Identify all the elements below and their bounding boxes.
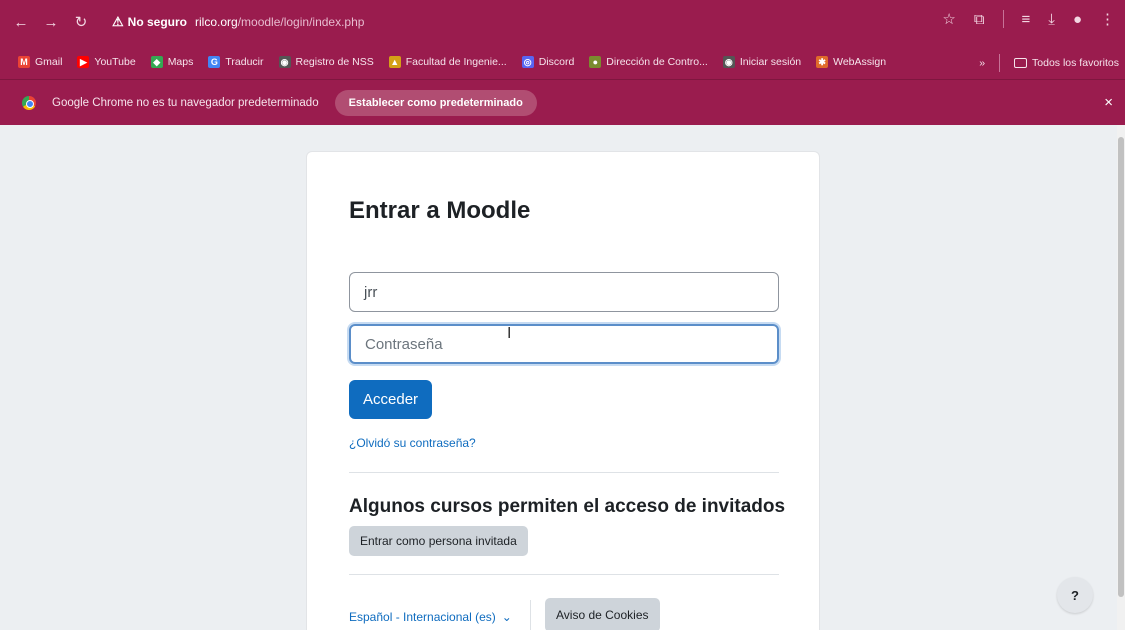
translate-icon: G xyxy=(208,55,221,68)
maps-icon: ◆ xyxy=(150,55,163,68)
bookmark-item[interactable]: ◉ Registro de NSS xyxy=(278,55,374,68)
set-default-button[interactable]: Establecer como predeterminado xyxy=(334,89,537,116)
chevron-down-icon: ⌄ xyxy=(501,610,512,624)
all-bookmarks-label: Todos los favoritos xyxy=(1032,57,1119,69)
discord-icon: ◎ xyxy=(521,55,534,68)
guest-login-button[interactable]: Entrar como persona invitada xyxy=(349,526,528,556)
security-indicator[interactable]: ⚠ No seguro xyxy=(112,14,187,30)
bookmark-label: WebAssign xyxy=(833,55,887,68)
login-card: Entrar a Moodle jrr Contraseña I Acceder… xyxy=(306,151,820,630)
bookmark-label: Dirección de Contro... xyxy=(606,55,708,68)
globe-icon: ◉ xyxy=(722,55,735,68)
divider xyxy=(349,574,779,575)
login-button[interactable]: Acceder xyxy=(349,380,433,419)
default-browser-infobar: Google Chrome no es tu navegador predete… xyxy=(0,80,1125,125)
password-field[interactable]: Contraseña xyxy=(349,324,779,364)
more-bookmarks-icon[interactable]: » xyxy=(979,57,985,69)
bookmark-item[interactable]: G Traducir xyxy=(208,55,264,68)
language-label: Español - Internacional (es) xyxy=(349,610,496,624)
scrollbar[interactable] xyxy=(1117,125,1125,630)
star-icon[interactable]: ☆ xyxy=(942,10,955,28)
bookmark-item[interactable]: ◉ Iniciar sesión xyxy=(722,55,802,68)
url-host: rilco.org xyxy=(195,15,238,29)
media-icon[interactable]: ≡ xyxy=(1022,11,1031,28)
security-label: No seguro xyxy=(127,15,187,29)
globe-icon: ◉ xyxy=(278,55,291,68)
bookmarks-divider xyxy=(999,54,1001,72)
bookmark-item[interactable]: ◆ Maps xyxy=(150,55,194,68)
bookmark-label: Gmail xyxy=(35,55,63,68)
infobar-message: Google Chrome no es tu navegador predete… xyxy=(52,96,319,109)
help-button[interactable]: ? xyxy=(1057,577,1093,613)
cookies-notice-button[interactable]: Aviso de Cookies xyxy=(545,598,660,630)
forgot-password-link[interactable]: ¿Olvidó su contraseña? xyxy=(349,436,476,450)
bookmark-item[interactable]: ✱ WebAssign xyxy=(816,55,887,68)
footer-divider xyxy=(530,600,531,630)
extensions-icon[interactable]: ⧉ xyxy=(974,11,985,28)
bookmarks-bar: M Gmail ▶ YouTube ◆ Maps G Traducir ◉ Registro de… xyxy=(0,44,1125,80)
faculty-icon: ▲ xyxy=(388,55,401,68)
seal-icon: ● xyxy=(589,55,602,68)
text-cursor-icon: I xyxy=(507,325,512,342)
youtube-icon: ▶ xyxy=(77,55,90,68)
profile-avatar-icon[interactable]: ● xyxy=(1073,11,1082,28)
browser-toolbar: ← → ↻ ⚠ No seguro rilco.org/moodle/login… xyxy=(0,0,1125,44)
bookmark-label: Maps xyxy=(167,55,194,68)
bookmark-label: Facultad de Ingenie... xyxy=(405,55,507,68)
bookmark-label: Registro de NSS xyxy=(295,55,374,68)
bookmark-label: Iniciar sesión xyxy=(739,55,802,68)
toolbar-divider xyxy=(1002,10,1004,28)
bookmark-item[interactable]: M Gmail xyxy=(18,55,63,68)
language-selector[interactable]: Español - Internacional (es) ⌄ xyxy=(349,610,512,624)
menu-kebab-icon[interactable]: ⋮ xyxy=(1100,10,1115,28)
page-content: Entrar a Moodle jrr Contraseña I Acceder… xyxy=(0,125,1125,630)
chrome-logo-icon xyxy=(22,95,36,110)
bookmark-label: YouTube xyxy=(94,55,136,68)
forward-icon[interactable]: → xyxy=(40,11,62,33)
address-bar[interactable]: ⚠ No seguro rilco.org/moodle/login/index… xyxy=(112,9,952,35)
bookmark-label: Discord xyxy=(538,55,575,68)
bookmark-label: Traducir xyxy=(225,55,264,68)
reload-icon[interactable]: ↻ xyxy=(70,11,92,33)
close-icon[interactable]: × xyxy=(1104,94,1113,111)
back-icon[interactable]: ← xyxy=(10,11,32,33)
bookmark-item[interactable]: ▶ YouTube xyxy=(77,55,136,68)
all-bookmarks-button[interactable]: Todos los favoritos xyxy=(1014,57,1119,69)
divider xyxy=(349,472,779,473)
url-path: /moodle/login/index.php xyxy=(237,15,365,29)
scrollbar-thumb[interactable] xyxy=(1118,137,1124,597)
download-icon[interactable]: ⤓ xyxy=(1048,11,1055,28)
page-title: Entrar a Moodle xyxy=(349,197,531,224)
webassign-icon: ✱ xyxy=(816,55,829,68)
gmail-icon: M xyxy=(18,55,30,68)
guest-heading: Algunos cursos permiten el acceso de inv… xyxy=(349,496,786,517)
warning-icon: ⚠ xyxy=(112,14,124,29)
username-field[interactable]: jrr xyxy=(349,272,779,312)
bookmark-item[interactable]: ● Dirección de Contro... xyxy=(589,55,708,68)
folder-icon xyxy=(1014,58,1028,68)
bookmark-item[interactable]: ◎ Discord xyxy=(521,55,575,68)
bookmark-item[interactable]: ▲ Facultad de Ingenie... xyxy=(388,55,507,68)
